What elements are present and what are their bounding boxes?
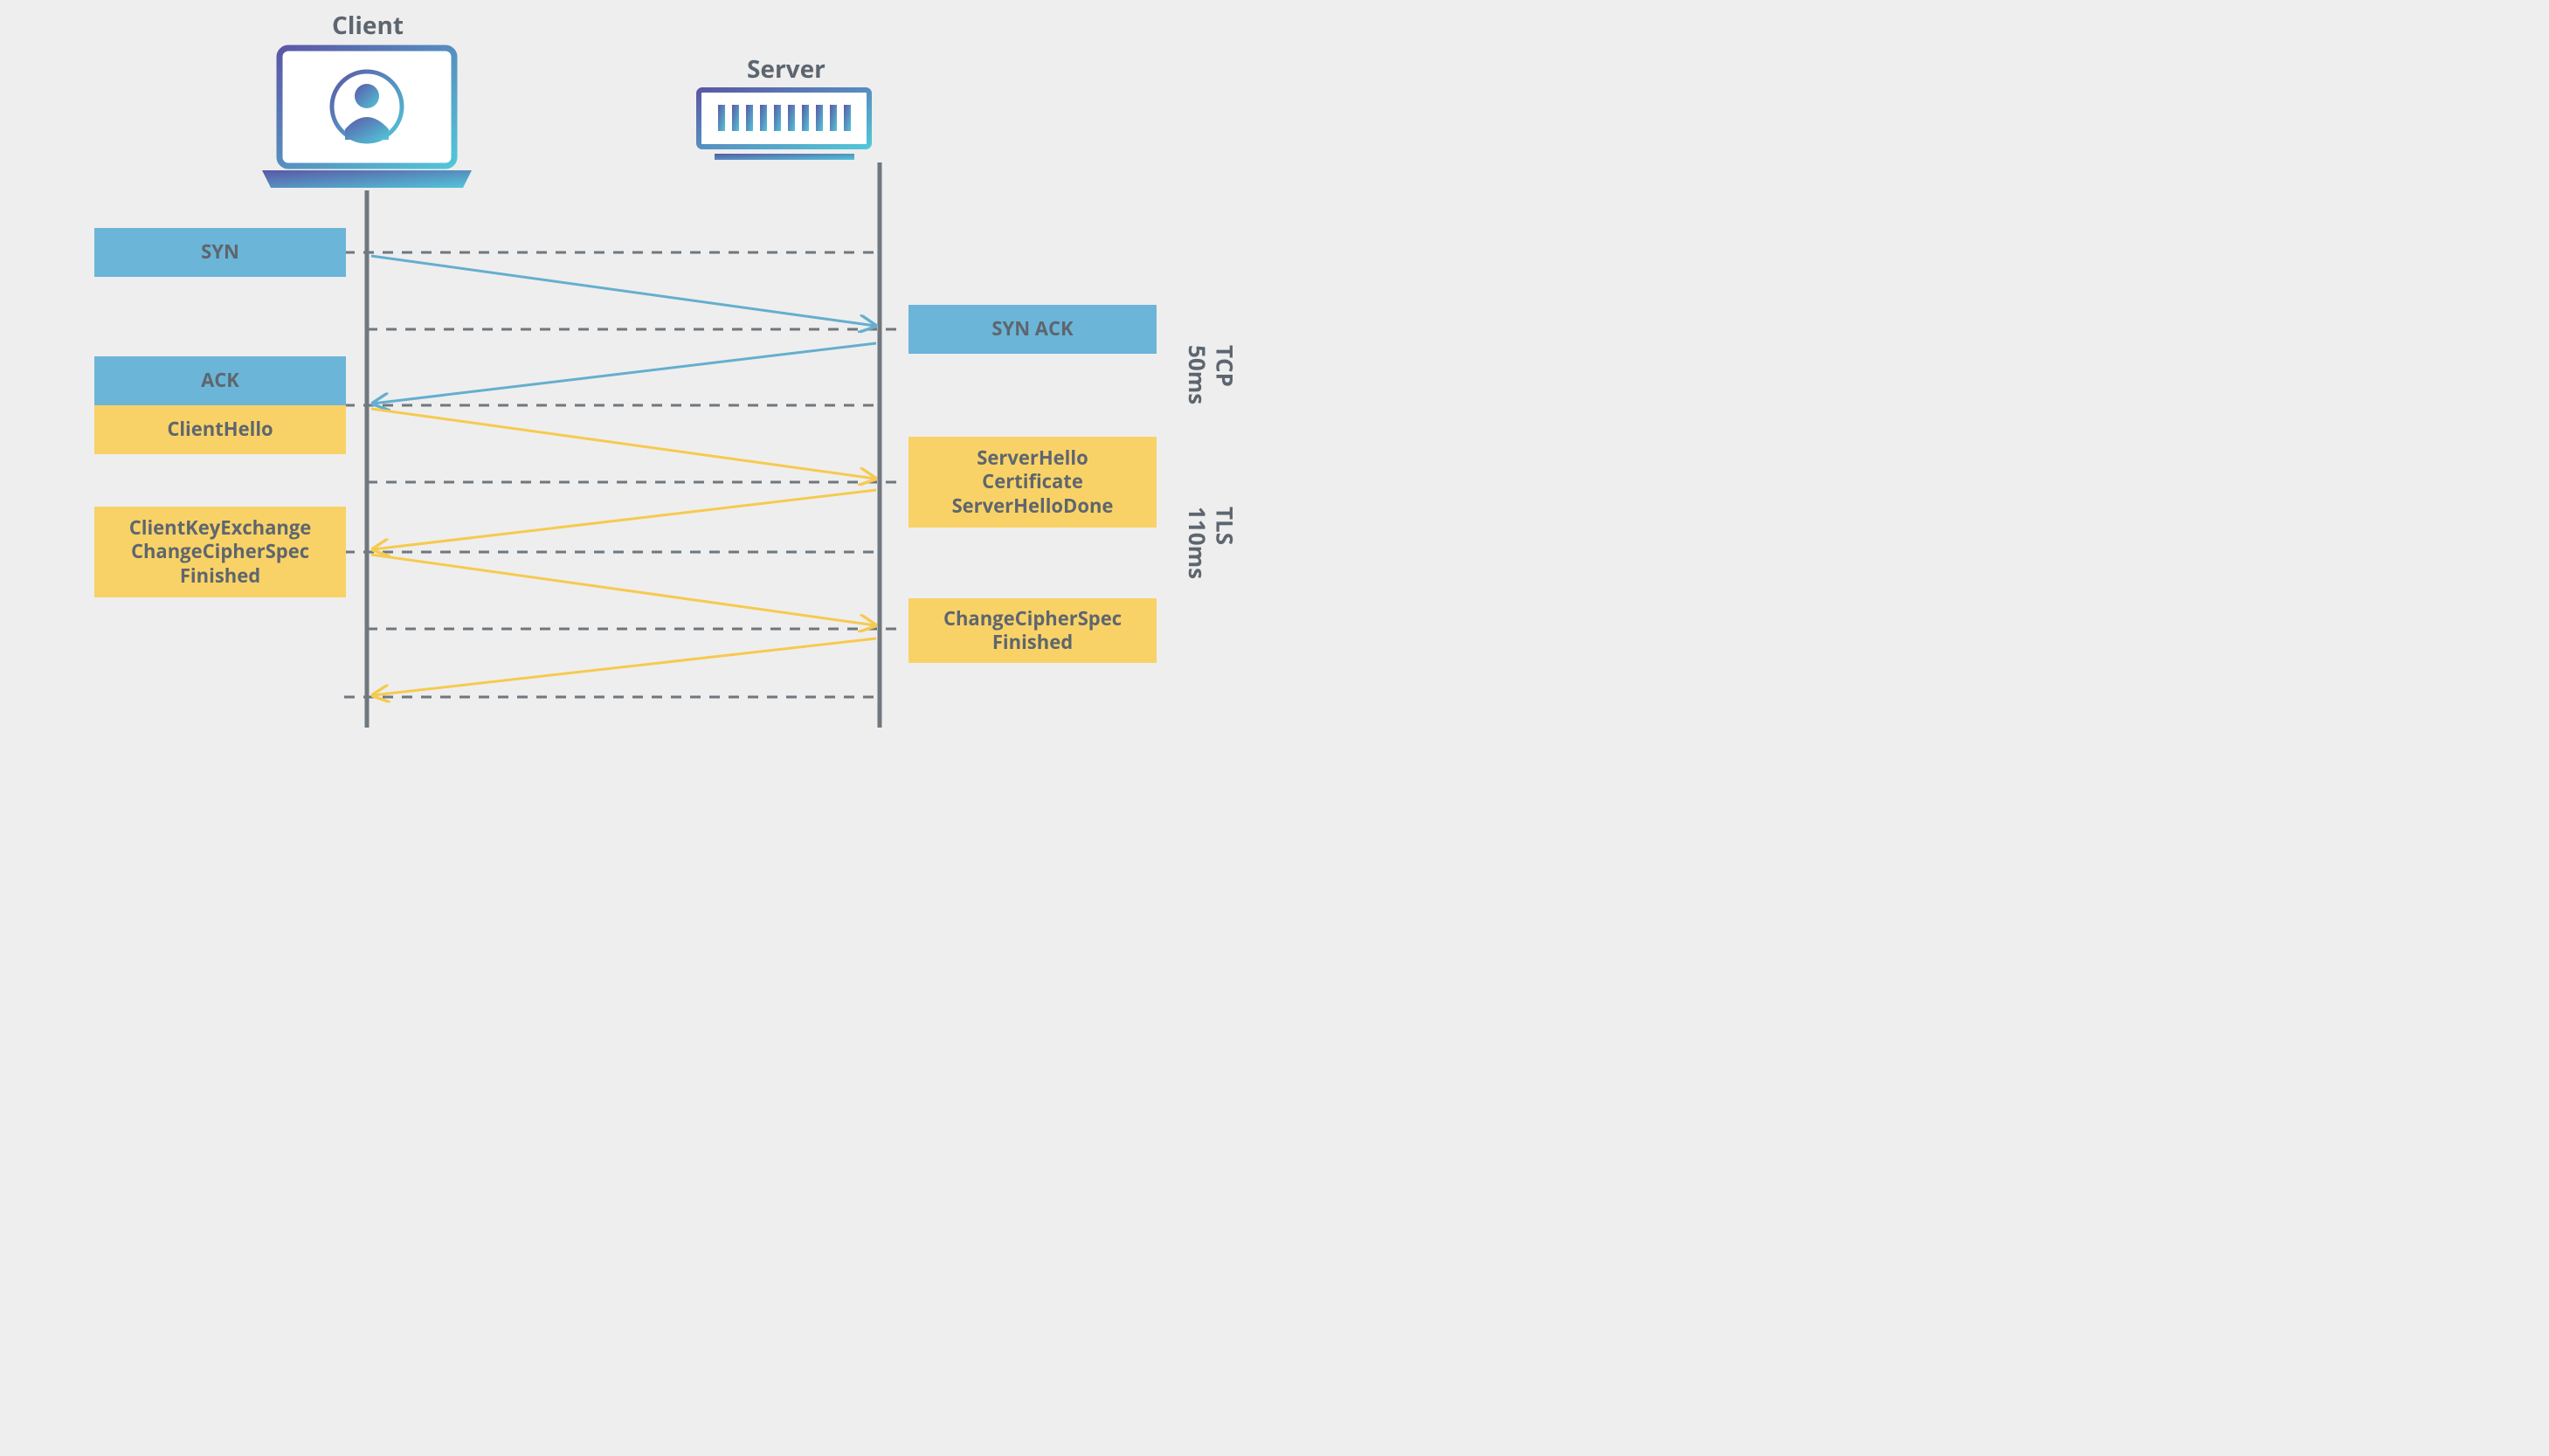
arrow-serverfinish: [373, 638, 876, 695]
arrow-synack: [373, 343, 876, 404]
msg-ack: ACK: [94, 356, 346, 405]
msg-synack: SYN ACK: [908, 305, 1157, 354]
msg-clientkey: ClientKeyExchange ChangeCipherSpec Finis…: [94, 507, 346, 597]
arrow-clienthello: [371, 409, 875, 479]
client-laptop-icon: [262, 48, 472, 188]
arrow-serverhello: [373, 490, 876, 549]
msg-serverhello: ServerHello Certificate ServerHelloDone: [908, 437, 1157, 528]
msg-clienthello: ClientHello: [94, 405, 346, 454]
arrow-syn: [371, 256, 875, 326]
server-icon: [699, 90, 869, 160]
side-label-tcp: TCP 50ms: [1184, 345, 1238, 404]
arrow-clientkey: [371, 555, 875, 625]
msg-serverfinish: ChangeCipherSpec Finished: [908, 598, 1157, 663]
side-label-tls: TLS 110ms: [1184, 507, 1238, 579]
msg-syn: SYN: [94, 228, 346, 277]
